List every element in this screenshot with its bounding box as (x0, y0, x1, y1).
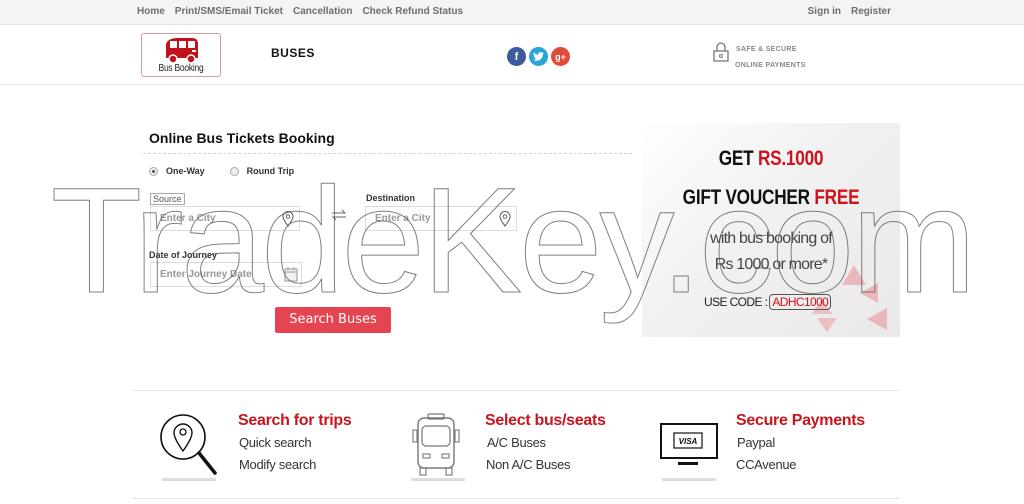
round-trip-label[interactable]: Round Trip (247, 166, 295, 176)
promo-subheadline: GIFT VOUCHER FREE (665, 186, 877, 210)
nav-link-print-ticket[interactable]: Print/SMS/Email Ticket (175, 6, 283, 17)
visa-monitor-icon: VISA (658, 412, 718, 482)
feature-underline (411, 478, 465, 481)
header: Bus Booking BUSES f g+ SAFE & SECURE ONL… (0, 26, 1024, 85)
feature-item: Paypal (737, 435, 775, 450)
svg-text:VISA: VISA (679, 437, 698, 446)
promo-condition-line1: with bus booking of (710, 230, 833, 247)
calendar-icon[interactable] (284, 266, 298, 282)
twitter-icon[interactable] (529, 47, 548, 66)
nav-link-cancellation[interactable]: Cancellation (293, 6, 352, 17)
destination-placeholder: Enter a City (375, 213, 431, 224)
feature-item: A/C Buses (487, 435, 546, 450)
promo-condition-line2: Rs 1000 or more* (714, 256, 828, 273)
swap-icon[interactable] (331, 209, 347, 221)
use-code-label: USE CODE : (704, 295, 768, 309)
feature-item: Modify search (239, 457, 317, 472)
promo-headline: GET RS.1000 (665, 147, 877, 171)
top-nav-right: Sign in Register (798, 6, 891, 17)
location-pin-icon (282, 211, 294, 227)
date-of-journey-label: Date of Journey (149, 250, 218, 260)
feature-underline (162, 478, 216, 481)
lock-icon (713, 42, 729, 62)
promo-banner[interactable]: GET RS.1000 GIFT VOUCHER FREE with bus b… (642, 123, 900, 337)
promo-gift-voucher: GIFT VOUCHER (682, 186, 810, 209)
register-link[interactable]: Register (851, 6, 891, 17)
journey-date-placeholder: Enter Journey Date (160, 269, 252, 280)
facebook-icon[interactable]: f (507, 47, 526, 66)
source-label: Source (150, 193, 185, 205)
features-divider-bottom (133, 498, 899, 499)
secure-text-line1: SAFE & SECURE (736, 46, 797, 53)
feature-underline (662, 478, 716, 481)
buses-nav-link[interactable]: BUSES (271, 46, 315, 60)
one-way-label[interactable]: One-Way (166, 166, 205, 176)
logo[interactable]: Bus Booking (141, 33, 221, 77)
social-links: f g+ (507, 47, 570, 66)
top-nav-left: Home Print/SMS/Email Ticket Cancellation… (137, 6, 473, 17)
promo-free: FREE (814, 186, 860, 209)
secure-text-line2: ONLINE PAYMENTS (735, 62, 806, 69)
decor-triangle (860, 283, 878, 303)
bus-logo-icon (166, 38, 198, 64)
booking-form-title: Online Bus Tickets Booking (149, 130, 335, 146)
destination-input[interactable]: Enter a City (365, 206, 517, 231)
feature-item: Quick search (239, 435, 312, 450)
feature-item: Non A/C Buses (486, 457, 571, 472)
features-divider-top (133, 390, 899, 391)
promo-amount: RS.1000 (757, 147, 824, 170)
trip-type-selector: One-Way Round Trip (149, 166, 294, 176)
bus-front-icon (408, 412, 468, 482)
destination-label: Destination (366, 193, 416, 203)
nav-link-refund-status[interactable]: Check Refund Status (362, 6, 463, 17)
logo-text: Bus Booking (158, 63, 204, 74)
feature-title: Secure Payments (736, 412, 865, 429)
source-placeholder: Enter a City (160, 213, 216, 224)
decor-triangle (867, 308, 887, 330)
location-pin-icon (499, 211, 511, 227)
decor-triangle (817, 318, 837, 332)
sign-in-link[interactable]: Sign in (808, 6, 841, 17)
one-way-radio[interactable] (149, 166, 158, 176)
form-divider (143, 153, 632, 154)
top-nav: Home Print/SMS/Email Ticket Cancellation… (0, 0, 1024, 25)
google-plus-icon[interactable]: g+ (551, 47, 570, 66)
journey-date-input[interactable]: Enter Journey Date (150, 262, 302, 287)
nav-link-home[interactable]: Home (137, 6, 165, 17)
promo-code: ADHC1000 (769, 294, 832, 310)
promo-get: GET (718, 147, 754, 170)
search-location-icon (158, 412, 218, 482)
feature-title: Select bus/seats (485, 412, 606, 429)
source-input[interactable]: Enter a City (150, 206, 300, 231)
round-trip-radio[interactable] (229, 166, 239, 176)
feature-title: Search for trips (238, 412, 352, 429)
search-buses-button[interactable]: Search Buses (275, 307, 391, 333)
page: Home Print/SMS/Email Ticket Cancellation… (0, 0, 1024, 504)
promo-code-row: USE CODE : ADHC1000 (704, 294, 832, 310)
feature-item: CCAvenue (736, 457, 797, 472)
